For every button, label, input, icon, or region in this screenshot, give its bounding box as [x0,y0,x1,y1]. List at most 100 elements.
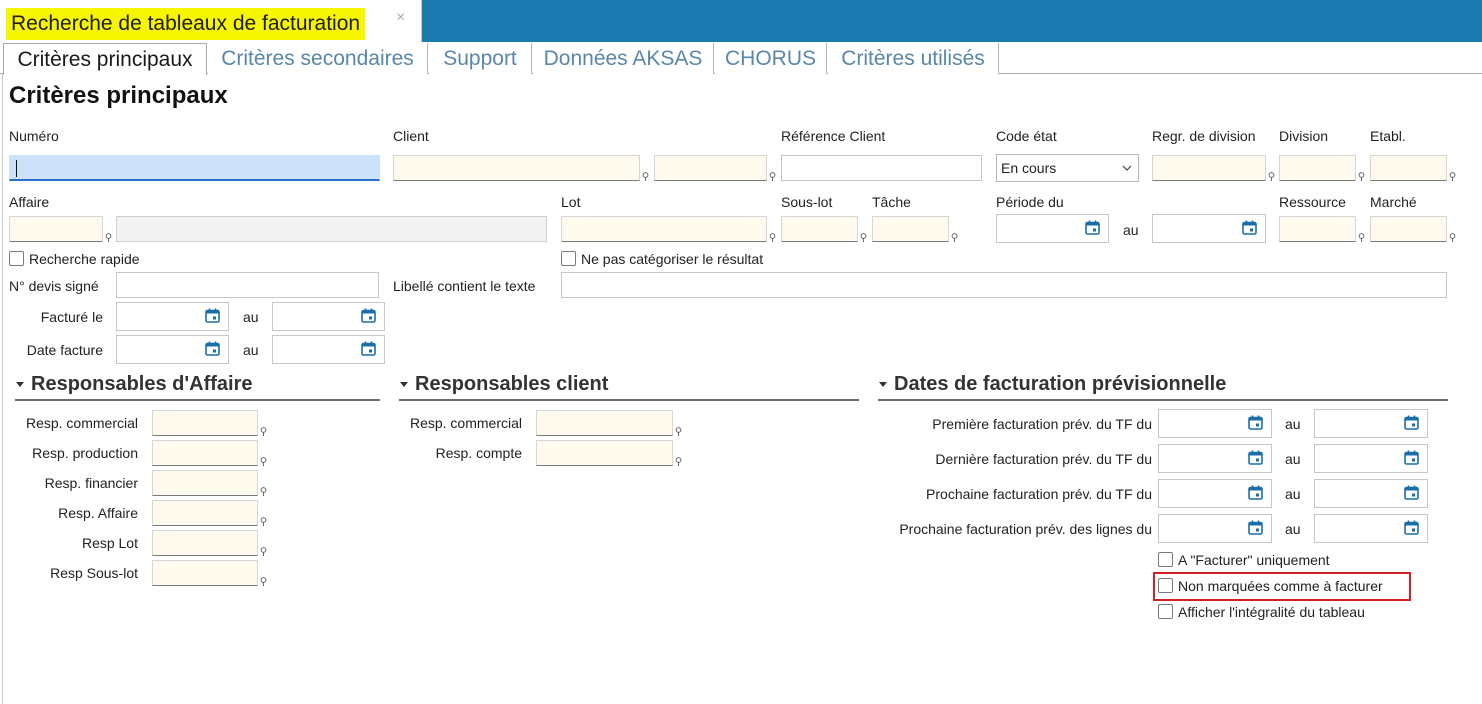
collapse-arrow-icon[interactable] [400,382,408,387]
pin-icon[interactable] [260,577,267,586]
recherche-rapide-label[interactable]: Recherche rapide [29,251,140,267]
resp-lot-label: Resp Lot [81,535,138,551]
client-input[interactable] [393,155,640,181]
ressource-input[interactable] [1279,216,1356,242]
ref-client-input[interactable] [781,155,982,181]
calendar-icon[interactable] [1404,415,1419,430]
division-input[interactable] [1279,155,1356,181]
periode-au-date-input[interactable] [1152,214,1266,243]
ne-pas-categoriser-label[interactable]: Ne pas catégoriser le résultat [581,251,763,267]
afficher-integralite-checkbox[interactable] [1158,604,1173,619]
libelle-input[interactable] [561,272,1447,298]
section-title-dates-prev[interactable]: Dates de facturation prévisionnelle [894,373,1226,396]
libelle-label: Libellé contient le texte [393,278,536,294]
calendar-icon[interactable] [1248,450,1263,465]
tab-criteres-utilises[interactable]: Critères utilisés [828,43,999,74]
regr-division-input[interactable] [1152,155,1266,181]
pin-icon[interactable] [260,547,267,556]
pin-icon[interactable] [1268,172,1275,181]
etabl-input[interactable] [1370,155,1447,181]
calendar-icon[interactable] [205,308,220,323]
resp-affaire-input[interactable] [152,500,258,526]
non-marquees-label[interactable]: Non marquées comme à facturer [1178,578,1383,594]
pin-icon[interactable] [105,233,112,242]
code-etat-select[interactable]: En cours [996,154,1139,182]
resp-lot-input[interactable] [152,530,258,556]
derniere-facturation-du-date-input[interactable] [1158,444,1272,473]
calendar-icon[interactable] [361,308,376,323]
pin-icon[interactable] [951,233,958,242]
a-facturer-checkbox[interactable] [1158,552,1173,567]
marche-input[interactable] [1370,216,1447,242]
calendar-icon[interactable] [1248,520,1263,535]
collapse-arrow-icon[interactable] [879,382,887,387]
facture-le-date-input[interactable] [116,302,229,331]
collapse-arrow-icon[interactable] [16,382,24,387]
a-facturer-label[interactable]: A "Facturer" uniquement [1178,552,1330,568]
pin-icon[interactable] [769,172,776,181]
date-facture-au-date-input[interactable] [272,335,385,364]
pin-icon[interactable] [260,517,267,526]
resp-production-input[interactable] [152,440,258,466]
tache-label: Tâche [872,194,911,210]
resp-commercial-input[interactable] [152,410,258,436]
lot-input[interactable] [561,216,767,242]
tab-support[interactable]: Support [429,43,532,74]
affaire-input[interactable] [9,216,103,242]
calendar-icon[interactable] [1242,220,1257,235]
calendar-icon[interactable] [1404,450,1419,465]
facture-le-label: Facturé le [40,309,103,325]
afficher-integralite-label[interactable]: Afficher l'intégralité du tableau [1178,604,1365,620]
pin-icon[interactable] [260,487,267,496]
pin-icon[interactable] [260,427,267,436]
resp-sous-lot-input[interactable] [152,560,258,586]
pin-icon[interactable] [260,457,267,466]
premiere-facturation-du-date-input[interactable] [1158,409,1272,438]
tab-donnees-aksas[interactable]: Données AKSAS [533,43,714,74]
calendar-icon[interactable] [1404,485,1419,500]
numero-input[interactable] [9,155,380,181]
client-resp-commercial-input[interactable] [536,410,673,436]
pin-icon[interactable] [642,172,649,181]
client-name-input[interactable] [654,155,767,181]
facture-au-date-input[interactable] [272,302,385,331]
section-title-resp-affaire[interactable]: Responsables d'Affaire [31,373,252,396]
tache-input[interactable] [872,216,949,242]
close-icon[interactable]: × [396,9,405,27]
premiere-facturation-au-date-input[interactable] [1314,409,1428,438]
pin-icon[interactable] [1358,172,1365,181]
calendar-icon[interactable] [361,341,376,356]
pin-icon[interactable] [860,233,867,242]
pin-icon[interactable] [675,457,682,466]
prochaine-facturation-tf-du-date-input[interactable] [1158,479,1272,508]
pin-icon[interactable] [769,233,776,242]
resp-financier-input[interactable] [152,470,258,496]
tab-chorus[interactable]: CHORUS [715,43,827,74]
calendar-icon[interactable] [205,341,220,356]
pin-icon[interactable] [1449,172,1456,181]
non-marquees-checkbox[interactable] [1158,578,1173,593]
tab-criteres-secondaires[interactable]: Critères secondaires [208,43,428,74]
tab-criteres-principaux[interactable]: Critères principaux [3,43,207,75]
derniere-facturation-au-date-input[interactable] [1314,444,1428,473]
recherche-rapide-checkbox[interactable] [9,251,24,266]
devis-input[interactable] [116,272,379,298]
pin-icon[interactable] [1449,233,1456,242]
prochaine-facturation-tf-au-date-input[interactable] [1314,479,1428,508]
sous-lot-input[interactable] [781,216,858,242]
date-facture-date-input[interactable] [116,335,229,364]
pin-icon[interactable] [1358,233,1365,242]
pin-icon[interactable] [675,427,682,436]
prochaine-facturation-lignes-au-date-input[interactable] [1314,514,1428,543]
calendar-icon[interactable] [1085,220,1100,235]
calendar-icon[interactable] [1404,520,1419,535]
chevron-down-icon [1122,165,1132,171]
division-label: Division [1279,128,1329,144]
section-title-resp-client[interactable]: Responsables client [415,373,608,396]
calendar-icon[interactable] [1248,485,1263,500]
prochaine-facturation-lignes-du-date-input[interactable] [1158,514,1272,543]
calendar-icon[interactable] [1248,415,1263,430]
client-resp-compte-input[interactable] [536,440,673,466]
periode-du-date-input[interactable] [996,214,1109,243]
ne-pas-categoriser-checkbox[interactable] [561,251,576,266]
